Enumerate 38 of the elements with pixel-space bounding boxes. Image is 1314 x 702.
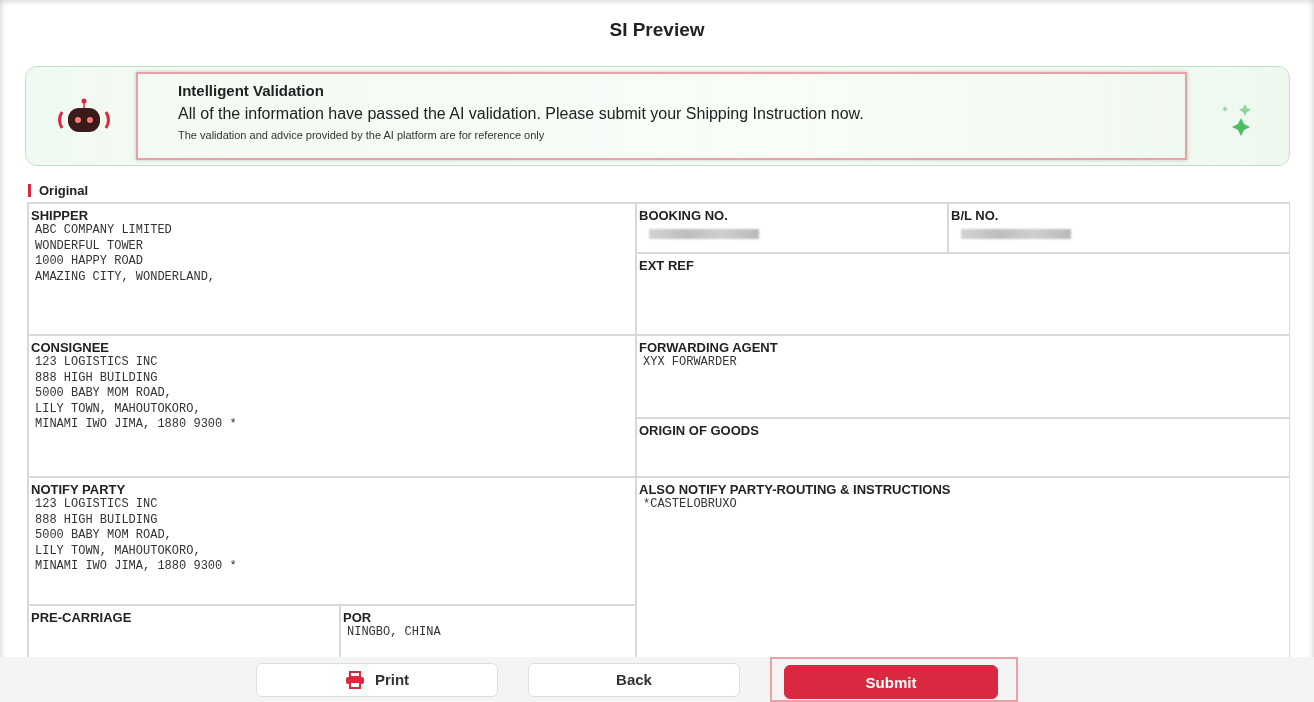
field-label: FORWARDING AGENT (639, 340, 778, 355)
validation-message: All of the information have passed the AI validation. Please submit your Shipping Instruction now. (178, 105, 865, 123)
field-label: SHIPPER (31, 208, 89, 223)
field-value: 1000 HAPPY ROAD (34, 254, 144, 270)
field-value: MINAMI IWO JIMA, 1880 9300 * (34, 559, 237, 575)
field-label: NOTIFY PARTY (31, 482, 126, 497)
field-value: XYX FORWARDER (642, 355, 737, 371)
field-label: B/L NO. (951, 208, 999, 223)
field-value: LILY TOWN, MAHOUTOKORO, (34, 401, 201, 417)
dialog-title: SI Preview (608, 18, 706, 42)
field-value: NINGBO, CHINA (346, 625, 441, 641)
submit-button[interactable]: Submit (784, 665, 998, 699)
field-label: BOOKING NO. (639, 208, 728, 223)
back-button[interactable]: Back (528, 662, 740, 697)
field-label: ALSO NOTIFY PARTY-ROUTING & INSTRUCTIONS (639, 482, 951, 497)
validation-note: The validation and advice provided by the AI platform are for reference only (178, 129, 546, 141)
section-marker (28, 184, 31, 197)
field-value: WONDERFUL TOWER (34, 238, 144, 254)
field-value: 123 LOGISTICS INC (34, 355, 158, 371)
field-label: EXT REF (639, 258, 694, 273)
field-value: 888 HIGH BUILDING (34, 370, 158, 386)
field-value: *CASTELOBRUXO (642, 497, 737, 513)
field-value: 5000 BABY MOM ROAD, (34, 528, 172, 544)
printer-icon (344, 670, 365, 689)
field-value: 5000 BABY MOM ROAD, (34, 386, 172, 402)
section-label: Original (39, 183, 89, 198)
field-label: PRE-CARRIAGE (31, 610, 132, 625)
field-value: 123 LOGISTICS INC (34, 497, 158, 513)
print-button[interactable]: Print (256, 662, 498, 697)
validation-title: Intelligent Validation (178, 82, 325, 99)
field-value: AMAZING CITY, WONDERLAND, (34, 269, 216, 285)
field-label: ORIGIN OF GOODS (639, 423, 759, 438)
field-value: LILY TOWN, MAHOUTOKORO, (34, 543, 201, 559)
field-value: ABC COMPANY LIMITED (34, 223, 172, 239)
field-value: 888 HIGH BUILDING (34, 512, 158, 528)
field-value: MINAMI IWO JIMA, 1880 9300 * (34, 417, 237, 433)
field-label: CONSIGNEE (31, 340, 109, 355)
field-label: POR (343, 610, 372, 625)
